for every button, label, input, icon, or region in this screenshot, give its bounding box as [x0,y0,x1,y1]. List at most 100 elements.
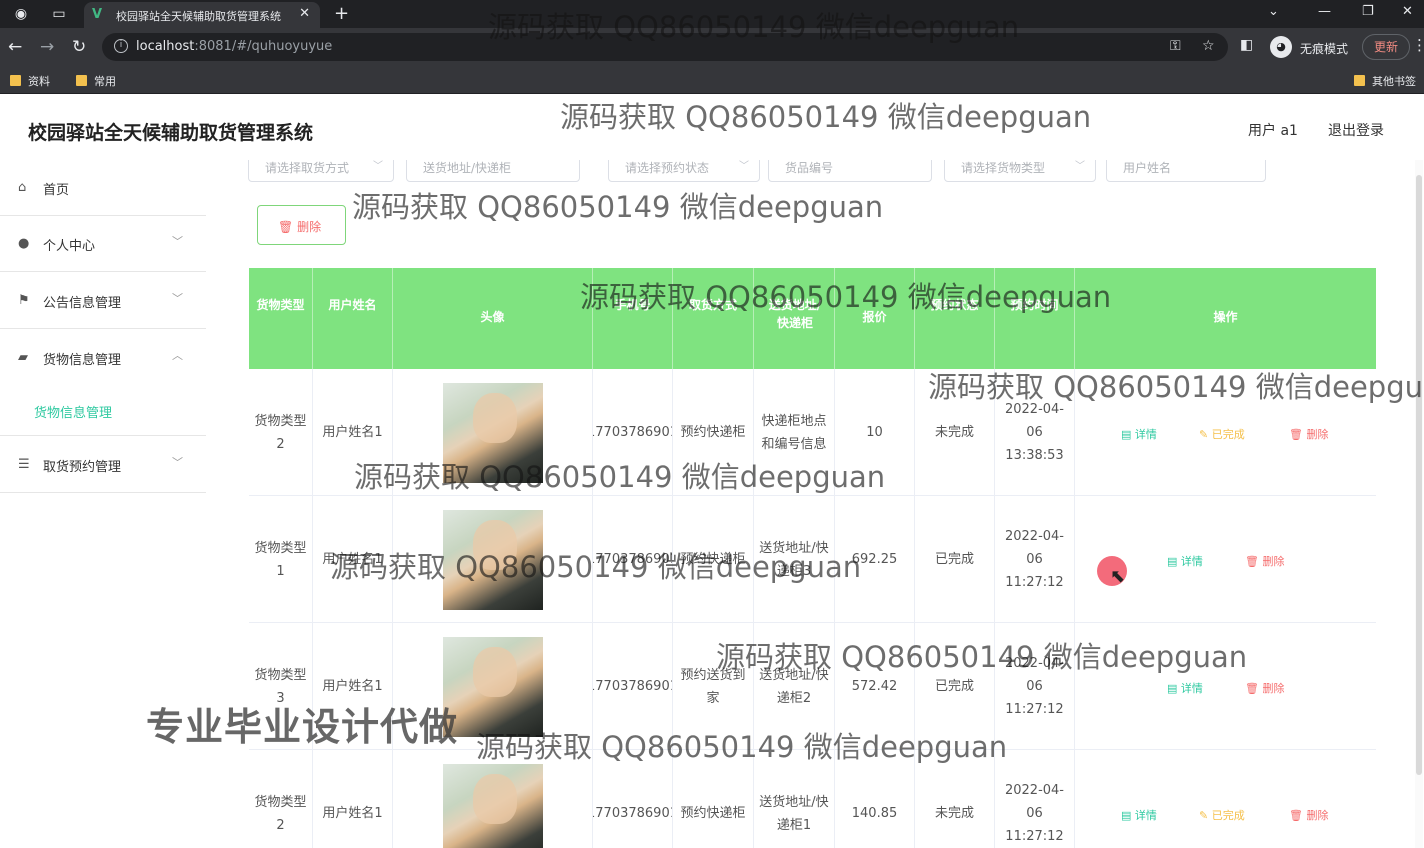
avatar[interactable] [442,763,543,848]
goods-number-input[interactable]: 货品编号 [768,160,932,182]
detail-button[interactable]: ▤ 详情 [1121,426,1157,442]
back-button[interactable]: ← [8,37,22,57]
sidebar-item-pickup[interactable]: ☰ 取货预约管理 ﹀ [0,437,206,493]
bookmark-folder-changyong[interactable]: 常用 [76,73,116,89]
cell-address-text: 送货地址/快递柜2 [759,667,829,706]
sidepanel-icon[interactable]: ◧ [1240,37,1253,53]
cell-user-name: 用户姓名1 [313,496,393,623]
bookmarks-bar: 资料 常用 其他书签 [0,66,1424,94]
incognito-icon: ◕ [1270,36,1292,58]
row-actions: ▤ 详情 ✎ 已完成 🗑 删除 [1075,750,1376,848]
cell-price-text: 692.25 [851,552,898,567]
goods-type-select[interactable]: 请选择货物类型 ﹀ [944,160,1096,182]
address-search-input[interactable]: 送货地址/快递柜 [406,160,580,182]
user-name-input[interactable]: 用户姓名 [1106,160,1266,182]
col-phone[interactable]: 手机号 [593,268,673,369]
menu-kebab-icon[interactable]: ⋮ [1412,36,1424,54]
cell-status: 未完成 [915,750,995,848]
pickup-method-select[interactable]: 请选择取货方式 ﹀ [248,160,394,182]
chevron-up-icon: ︿ [172,349,183,362]
cell-address-text: 快递柜地点和编号信息 [761,413,827,452]
complete-button[interactable]: ✎ 已完成 [1199,426,1245,442]
cell-pickup-method-text: 预约快递柜 [680,806,746,821]
reload-button[interactable]: ↻ [72,37,86,57]
sidebar-item-notice[interactable]: ⚑ 公告信息管理 ﹀ [0,273,206,329]
delete-button[interactable]: 🗑 删除 [1289,807,1328,823]
detail-button[interactable]: ▤ 详情 [1121,807,1157,823]
batch-delete-button[interactable]: 🗑 删除 [257,205,346,245]
complete-button[interactable]: ✎ 已完成 [1199,807,1245,823]
cell-time: 2022-04-06 11:27:12 [995,750,1075,848]
col-goods-type[interactable]: 货物类型 [249,268,313,369]
forward-button[interactable]: → [40,37,54,57]
trash-icon: 🗑 [1245,555,1263,568]
cell-address: 送货地址/快递柜1 [754,750,835,848]
sidebar-item-label: 取货预约管理 [43,460,122,475]
cell-time: 2022-04-06 11:27:12 [995,623,1075,750]
cell-time-text: 2022-04-06 11:27:12 [1004,656,1064,717]
complete-button-label: 已完成 [1211,809,1245,822]
cell-address: 送货地址/快递柜2 [754,623,835,750]
incognito-label: 无痕模式 [1300,42,1349,56]
col-avatar[interactable]: 头像 [393,268,593,369]
minimize-button[interactable]: — [1318,4,1331,19]
cell-time-text: 2022-04-06 11:27:12 [1004,529,1064,590]
site-info-icon[interactable]: i [114,39,128,53]
sidebar-item-label: 首页 [43,183,70,198]
cell-phone-text: 17703786901 [593,806,672,821]
sidebar-item-personal-center[interactable]: ● 个人中心 ﹀ [0,216,206,272]
col-status[interactable]: 预约状态 [915,268,995,369]
delete-button[interactable]: 🗑 删除 [1245,680,1284,696]
cell-address-text: 送货地址/快递柜1 [759,794,829,833]
cell-goods-type-text: 货物类型1 [254,540,307,579]
cell-phone: 17703786901 [593,750,673,848]
avatar[interactable] [442,382,543,483]
sidebar-subitem-goods-info[interactable]: 货物信息管理 [0,386,206,436]
col-pickup-method[interactable]: 取货方式 [673,268,754,369]
cell-avatar [393,369,593,496]
reservation-status-select[interactable]: 请选择预约状态 ﹀ [608,160,760,182]
browser-tab[interactable]: V 校园驿站全天候辅助取货管理系统 ✕ [84,2,320,28]
col-address[interactable]: 送货地址/快递柜 [754,268,835,369]
cell-price-text: 572.42 [851,679,898,694]
bookmark-folder-other[interactable]: 其他书签 [1354,73,1416,89]
detail-button-label: 详情 [1180,682,1203,695]
delete-button-label: 删除 [1262,555,1285,568]
tab-list-icon[interactable]: ⌄ [1268,4,1279,19]
new-tab-button[interactable]: + [334,3,349,24]
cell-price-text: 10 [866,425,883,440]
bookmark-folder-ziliao[interactable]: 资料 [10,73,50,89]
delete-button[interactable]: 🗑 删除 [1289,426,1328,442]
bookmark-star-icon[interactable]: ☆ [1202,38,1215,54]
col-user-name[interactable]: 用户姓名 [313,268,393,369]
list-icon: ☰ [18,457,30,472]
delete-button-label: 删除 [1262,682,1285,695]
trash-icon: 🗑 [1289,809,1307,822]
check-icon: ✎ [1199,809,1212,822]
cell-time: 2022-04-06 13:38:53 [995,369,1075,496]
delete-button[interactable]: 🗑 删除 [1245,553,1284,569]
trash-icon: 🗑 [1245,682,1263,695]
sidebar-item-home[interactable]: ⌂ 首页 [0,160,206,216]
col-time[interactable]: 预约时间 [995,268,1075,369]
key-icon[interactable]: ⚿ [1170,38,1181,54]
browser-profile-icon[interactable]: ◉ [12,5,30,23]
cell-goods-type-text: 货物类型2 [254,413,307,452]
cell-status-text: 已完成 [934,552,974,567]
detail-button[interactable]: ▤ 详情 [1167,553,1203,569]
cell-status: 已完成 [915,623,995,750]
restore-button[interactable]: ❐ [1362,4,1374,19]
tab-close-icon[interactable]: ✕ [299,6,310,21]
close-window-button[interactable]: ✕ [1402,4,1413,19]
avatar[interactable] [442,509,543,610]
logout-link[interactable]: 退出登录 [1328,120,1384,140]
sidebar-item-label: 个人中心 [43,239,96,254]
tab-search-icon[interactable]: ▭ [50,5,68,23]
col-price[interactable]: 报价 [835,268,915,369]
page-scrollbar-thumb[interactable] [1416,175,1422,775]
address-bar[interactable]: i localhost:8081/#/quhuoyuyue ⚿ ☆ [102,33,1228,61]
update-button[interactable]: 更新 [1362,34,1410,60]
sidebar-item-goods[interactable]: ▰ 货物信息管理 ︿ [0,330,206,386]
detail-button[interactable]: ▤ 详情 [1167,680,1203,696]
cell-user-name-text: 用户姓名1 [322,425,383,440]
